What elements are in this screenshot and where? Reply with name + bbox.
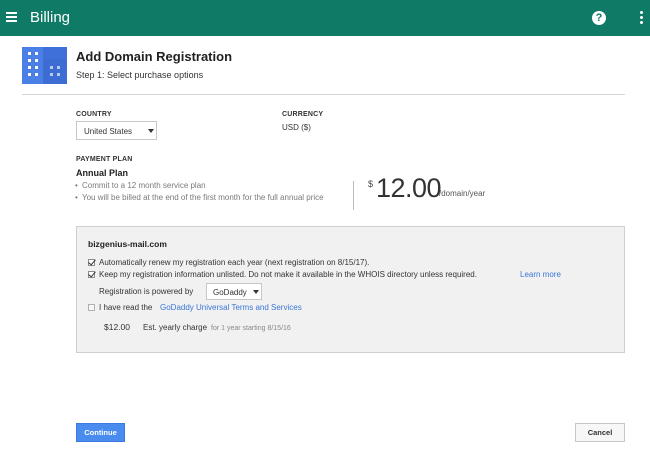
plan-bullet: You will be billed at the end of the fir… — [75, 192, 352, 203]
plan-name: Annual Plan — [76, 168, 129, 178]
continue-button[interactable]: Continue — [76, 423, 125, 442]
price-divider — [353, 181, 354, 210]
charge-detail: for 1 year starting 8/15/16 — [211, 325, 291, 332]
dropdown-caret-icon — [253, 290, 259, 294]
help-icon[interactable]: ? — [592, 11, 606, 25]
terms-label: I have read the — [99, 303, 153, 312]
provider-select[interactable]: GoDaddy — [206, 283, 262, 300]
auto-renew-label: Automatically renew my registration each… — [99, 258, 370, 267]
currency-value: USD ($) — [282, 123, 311, 132]
price-currency-symbol: $ — [368, 179, 374, 189]
plan-bullet: Commit to a 12 month service plan — [75, 180, 352, 191]
app-title: Billing — [30, 9, 71, 26]
hamburger-menu-icon[interactable] — [6, 12, 17, 22]
country-value: United States — [84, 127, 133, 136]
price-amount: 12.00 — [376, 173, 442, 203]
page-subtitle: Step 1: Select purchase options — [76, 70, 204, 80]
header-divider — [22, 94, 625, 95]
cancel-button[interactable]: Cancel — [575, 423, 625, 442]
app-bar: Billing ? — [0, 0, 650, 36]
page-title: Add Domain Registration — [76, 49, 233, 64]
currency-label: CURRENCY — [282, 111, 324, 118]
provider-value: GoDaddy — [213, 288, 247, 297]
charge-summary: Est. yearly charge for 1 year starting 8/… — [143, 323, 291, 332]
price-unit: /domain/year — [439, 189, 486, 198]
learn-more-link[interactable]: Learn more — [520, 270, 561, 279]
charge-label: Est. yearly charge — [143, 323, 208, 332]
terms-checkbox[interactable] — [88, 304, 95, 311]
unlisted-checkbox[interactable] — [88, 271, 95, 278]
more-vert-icon[interactable] — [640, 11, 643, 25]
unlisted-label: Keep my registration information unliste… — [99, 270, 477, 279]
terms-link[interactable]: GoDaddy Universal Terms and Services — [160, 303, 302, 312]
building-icon — [22, 47, 67, 84]
auto-renew-checkbox[interactable] — [88, 259, 95, 266]
country-select[interactable]: United States — [76, 121, 157, 140]
charge-amount: $12.00 — [104, 322, 130, 332]
payment-plan-label: PAYMENT PLAN — [76, 156, 133, 163]
domain-name: bizgenius-mail.com — [88, 239, 167, 249]
country-label: COUNTRY — [76, 111, 112, 118]
powered-by-label: Registration is powered by — [99, 287, 194, 296]
dropdown-caret-icon — [148, 129, 154, 133]
